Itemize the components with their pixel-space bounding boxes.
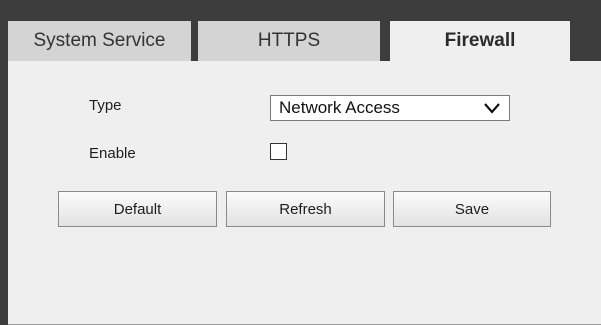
settings-window: System Service HTTPS Firewall Type Netwo…: [0, 0, 601, 325]
type-select[interactable]: Network Access: [270, 95, 510, 121]
save-button[interactable]: Save: [393, 191, 551, 227]
chevron-down-icon: [484, 103, 500, 114]
enable-label: Enable: [89, 145, 136, 162]
refresh-button[interactable]: Refresh: [226, 191, 385, 227]
firewall-panel: Type Network Access Enable Default Refre…: [8, 61, 601, 325]
enable-checkbox[interactable]: [270, 143, 287, 160]
type-select-value: Network Access: [279, 98, 400, 117]
tab-bar: System Service HTTPS Firewall: [8, 8, 601, 61]
tab-https[interactable]: HTTPS: [198, 21, 380, 61]
default-button[interactable]: Default: [58, 191, 217, 227]
type-label: Type: [89, 97, 122, 114]
tab-system-service[interactable]: System Service: [8, 21, 191, 61]
tab-firewall[interactable]: Firewall: [390, 21, 570, 61]
